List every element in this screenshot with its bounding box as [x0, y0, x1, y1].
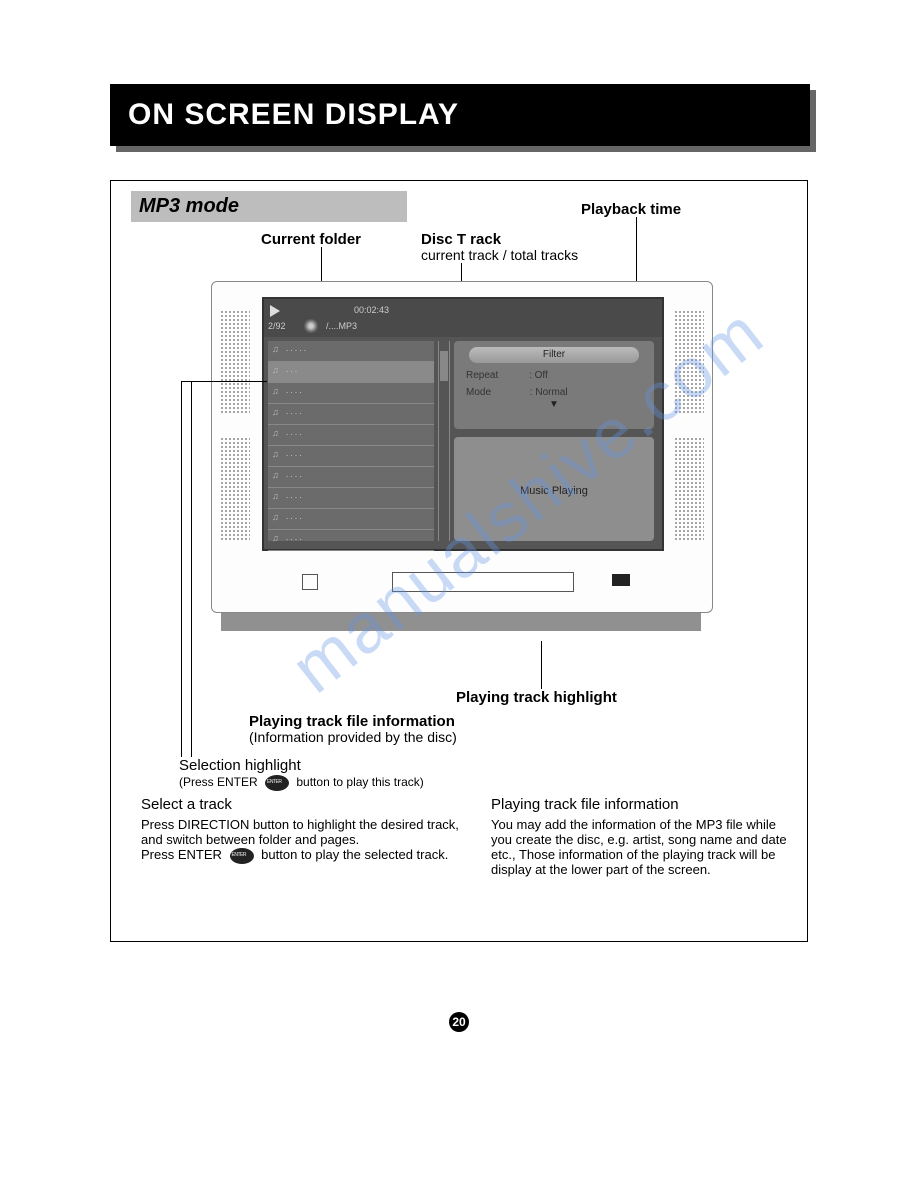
- right-column: Playing track file information You may a…: [491, 796, 791, 877]
- chevron-down-icon: ▼: [454, 399, 654, 410]
- track-item: . . . . .: [268, 341, 434, 362]
- page-number: 20: [449, 1012, 469, 1032]
- right-col-body: You may add the information of the MP3 f…: [491, 817, 791, 877]
- track-item: . . . .: [268, 425, 434, 446]
- track-item: . . . .: [268, 530, 434, 551]
- track-item: . . . .: [268, 446, 434, 467]
- scrollbar: [438, 341, 450, 541]
- left-col-title: Select a track: [141, 796, 481, 813]
- content-frame: MP3 mode Playback time Current folder Di…: [110, 180, 808, 942]
- music-note-icon: [272, 365, 280, 375]
- enter-button-icon: [265, 775, 289, 791]
- annot-playing-track-file-info: Playing track file information: [249, 713, 455, 730]
- annot-playing-track-highlight: Playing track highlight: [456, 689, 617, 706]
- options-panel: Filter Repeat : Off Mode : Normal ▼: [454, 341, 654, 429]
- folder-path: /....MP3: [326, 321, 357, 331]
- pointer-line: [181, 381, 267, 382]
- repeat-row: Repeat : Off: [454, 367, 654, 384]
- speaker-grille-icon: [674, 437, 704, 542]
- left-column: Select a track Press DIRECTION button to…: [141, 796, 481, 864]
- annot-playback-time: Playback time: [581, 201, 681, 218]
- left-col-line2: Press ENTER button to play the selected …: [141, 847, 481, 864]
- mode-label: MP3 mode: [131, 191, 407, 222]
- disc-icon: [304, 319, 318, 333]
- music-note-icon: [272, 512, 280, 522]
- music-note-icon: [272, 491, 280, 501]
- track-counter: 2/92: [268, 321, 286, 331]
- music-note-icon: [272, 470, 280, 480]
- disc-slot-icon: [392, 572, 574, 592]
- music-note-icon: [272, 407, 280, 417]
- panel-button-icon: [302, 574, 318, 590]
- speaker-grille-icon: [674, 310, 704, 415]
- music-playing-label: Music Playing: [454, 485, 654, 497]
- music-note-icon: [272, 344, 280, 354]
- track-list: . . . . . . . . . . . . . . . . . . . . …: [268, 341, 434, 541]
- speaker-grille-icon: [220, 310, 250, 415]
- annot-disc-track-sub: current track / total tracks: [421, 247, 578, 263]
- pointer-line: [191, 381, 192, 757]
- track-item: . . . .: [268, 509, 434, 530]
- enter-button-icon: [230, 848, 254, 864]
- section-header: ON SCREEN DISPLAY: [110, 84, 810, 146]
- music-note-icon: [272, 386, 280, 396]
- playback-time-value: 00:02:43: [354, 305, 389, 315]
- pointer-line: [541, 641, 542, 689]
- track-item: . . . .: [268, 488, 434, 509]
- annot-selection-highlight-sub: (Press ENTER button to play this track): [179, 775, 424, 791]
- right-col-title: Playing track file information: [491, 796, 791, 813]
- music-note-icon: [272, 449, 280, 459]
- section-title: ON SCREEN DISPLAY: [110, 84, 810, 146]
- play-icon: [270, 305, 280, 317]
- annot-disc-track: Disc T rack: [421, 231, 501, 248]
- pointer-line: [181, 381, 182, 757]
- device-front-panel: [262, 562, 660, 602]
- annot-playing-track-file-info-sub: (Information provided by the disc): [249, 729, 457, 745]
- music-note-icon: [272, 428, 280, 438]
- annot-selection-highlight: Selection highlight: [179, 757, 301, 774]
- track-item: . . . .: [268, 467, 434, 488]
- osd-header: 2/92 00:02:43 /....MP3: [264, 299, 662, 337]
- now-playing-panel: Music Playing: [454, 437, 654, 541]
- track-item: . . . .: [268, 404, 434, 425]
- left-col-line1: Press DIRECTION button to highlight the …: [141, 817, 481, 847]
- annot-current-folder: Current folder: [261, 231, 361, 248]
- manual-page: ON SCREEN DISPLAY MP3 mode Playback time…: [0, 0, 918, 1188]
- tv-device: 2/92 00:02:43 /....MP3 . . . . . . . . .…: [211, 281, 713, 613]
- music-note-icon: [272, 533, 280, 543]
- speaker-grille-icon: [220, 437, 250, 542]
- track-item-selected: . . .: [268, 362, 434, 383]
- scrollbar-thumb: [440, 351, 448, 381]
- osd-screen: 2/92 00:02:43 /....MP3 . . . . . . . . .…: [262, 297, 664, 551]
- filter-button: Filter: [469, 347, 639, 363]
- device-base: [221, 613, 701, 631]
- track-item: . . . .: [268, 383, 434, 404]
- ir-window-icon: [612, 574, 630, 586]
